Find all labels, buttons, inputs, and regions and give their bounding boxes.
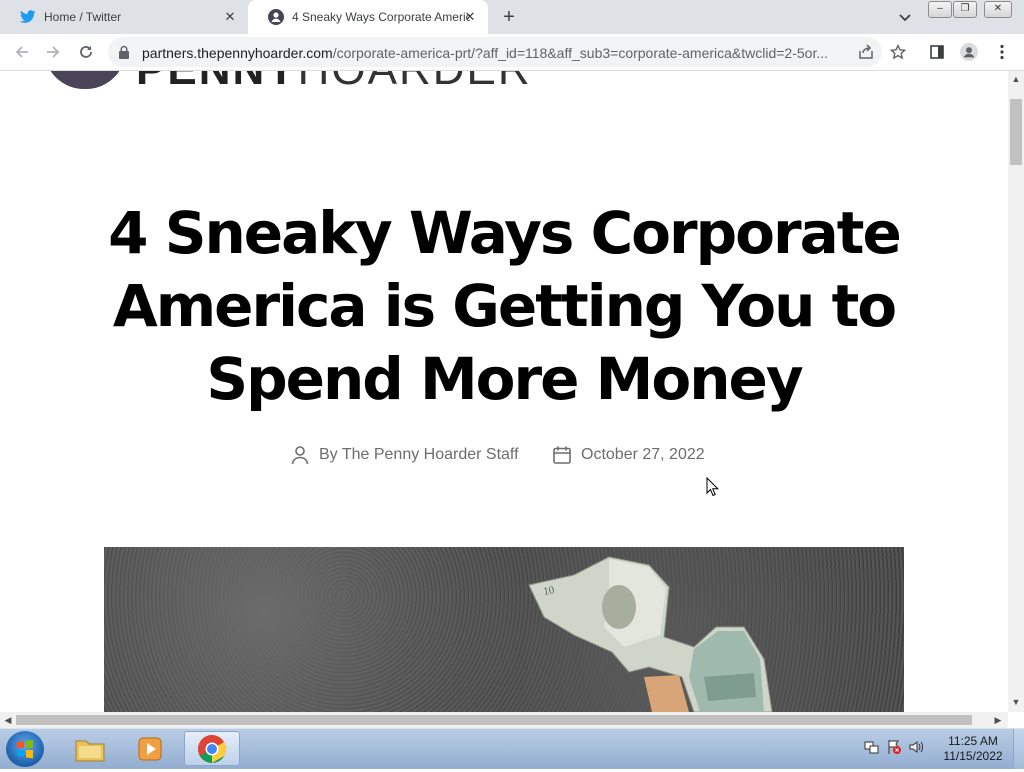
share-icon[interactable]	[857, 43, 875, 61]
windows-start-button[interactable]	[6, 731, 44, 767]
system-tray	[864, 739, 924, 760]
page-viewport: PENNYHOARDER 4 Sneaky Ways Corporate Ame…	[0, 71, 1008, 712]
tab-strip: Home / Twitter ✕ 4 Sneaky Ways Corporate…	[0, 0, 1024, 34]
address-bar[interactable]: partners.thepennyhoarder.com/corporate-a…	[108, 37, 882, 67]
dollar-bills-illustration: 10	[528, 556, 773, 712]
windows-taskbar: 11:25 AM 11/15/2022	[0, 728, 1024, 769]
twitter-bird-icon	[20, 9, 36, 25]
more-menu-icon[interactable]	[993, 43, 1011, 61]
windows-logo-icon	[17, 739, 33, 759]
bookmark-star-icon[interactable]	[889, 43, 907, 61]
tab-penny-hoarder[interactable]: 4 Sneaky Ways Corporate America ✕	[248, 0, 488, 34]
publish-date[interactable]: October 27, 2022	[581, 446, 705, 464]
scroll-up-icon[interactable]: ▲	[1008, 71, 1024, 87]
hero-image: 10	[104, 547, 904, 712]
lock-icon[interactable]	[118, 45, 130, 64]
media-player-icon	[138, 737, 162, 760]
taskbar-explorer[interactable]	[62, 731, 118, 766]
chevron-down-icon[interactable]	[896, 8, 914, 26]
close-window-icon[interactable]: ✕	[984, 1, 1012, 18]
folder-icon	[75, 740, 105, 761]
show-desktop-button[interactable]	[1013, 729, 1024, 769]
person-icon	[290, 445, 310, 470]
reload-icon[interactable]	[75, 41, 97, 63]
restore-icon[interactable]: ❐	[953, 1, 977, 18]
url-path: /corporate-america-prt/?aff_id=118&aff_s…	[332, 45, 829, 61]
logo-light: HOARDER	[298, 71, 532, 94]
volume-icon[interactable]	[908, 739, 924, 760]
url-text: partners.thepennyhoarder.com/corporate-a…	[142, 45, 842, 61]
back-icon[interactable]	[11, 41, 33, 63]
taskbar-chrome[interactable]	[184, 731, 240, 766]
vertical-scrollbar[interactable]	[1008, 71, 1024, 712]
clock-time: 11:25 AM	[948, 734, 998, 748]
penny-hoarder-icon	[268, 9, 284, 25]
tab-close-icon[interactable]: ✕	[222, 9, 238, 25]
action-center-flag-icon[interactable]	[886, 739, 902, 760]
system-clock[interactable]: 11:25 AM 11/15/2022	[940, 734, 1006, 764]
article-headline: 4 Sneaky Ways Corporate America is Getti…	[108, 199, 902, 413]
vertical-scroll-thumb[interactable]	[1010, 99, 1022, 165]
author-prefix: By	[319, 446, 338, 463]
clock-date: 11/15/2022	[943, 749, 1003, 763]
tab-twitter[interactable]: Home / Twitter ✕	[0, 0, 248, 34]
tab-title: 4 Sneaky Ways Corporate America	[292, 10, 470, 24]
scroll-right-icon[interactable]: ▶	[990, 712, 1006, 728]
chrome-icon	[198, 734, 226, 763]
author-link[interactable]: The Penny Hoarder Staff	[342, 446, 519, 463]
logo-bold: PENNY	[136, 71, 298, 94]
author-byline: By The Penny Hoarder Staff	[319, 446, 519, 464]
taskbar-media-player[interactable]	[122, 731, 178, 766]
tab-title: Home / Twitter	[44, 10, 122, 24]
new-tab-icon[interactable]: +	[498, 6, 520, 28]
calendar-icon	[552, 445, 572, 470]
tab-close-icon[interactable]: ✕	[462, 9, 478, 25]
mouse-cursor-icon	[706, 476, 720, 502]
penny-hoarder-logo-icon[interactable]	[44, 71, 126, 89]
site-logo[interactable]: PENNYHOARDER	[136, 71, 532, 95]
horizontal-scroll-thumb[interactable]	[16, 715, 972, 725]
minimize-icon[interactable]: –	[928, 1, 952, 18]
scroll-left-icon[interactable]: ◀	[0, 712, 16, 728]
profile-avatar-icon[interactable]	[960, 43, 978, 61]
url-host: partners.thepennyhoarder.com	[142, 45, 333, 61]
scroll-down-icon[interactable]: ▼	[1008, 694, 1024, 710]
article-meta: By The Penny Hoarder Staff October 27, 2…	[0, 444, 1008, 468]
browser-toolbar: partners.thepennyhoarder.com/corporate-a…	[0, 34, 1024, 71]
forward-icon[interactable]	[42, 41, 64, 63]
side-panel-icon[interactable]	[928, 43, 946, 61]
network-icon[interactable]	[864, 739, 880, 760]
